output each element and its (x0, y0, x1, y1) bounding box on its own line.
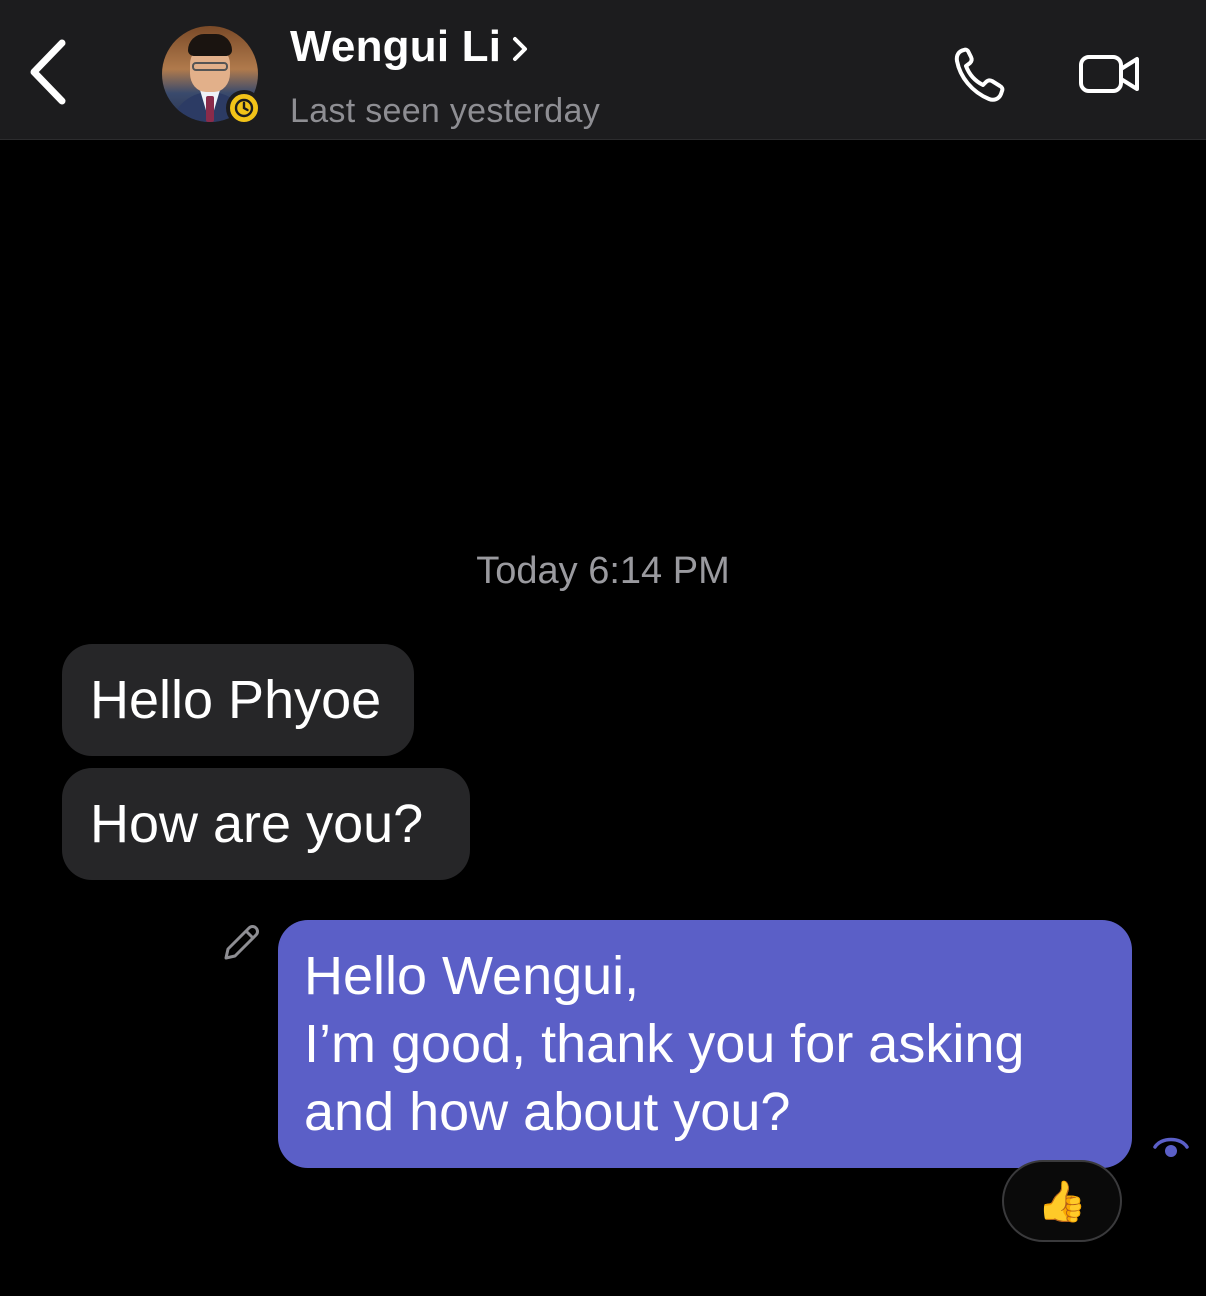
phone-icon (954, 47, 1005, 102)
incoming-message[interactable]: How are you? (62, 768, 470, 880)
video-camera-icon (1079, 55, 1139, 93)
video-call-button[interactable] (1074, 44, 1146, 104)
incoming-message[interactable]: Hello Phyoe (62, 644, 414, 756)
chat-header: Wengui Li Last seen yesterday (0, 0, 1206, 140)
last-seen-status: Last seen yesterday (290, 92, 600, 130)
message-text: How are you? (90, 794, 424, 854)
chevron-right-icon[interactable] (508, 34, 532, 64)
message-line: Hello Wengui, (304, 946, 640, 1006)
message-timestamp: Today 6:14 PM (476, 550, 730, 592)
thumbs-up-emoji: 👍 (1037, 1179, 1087, 1224)
message-line: and how about you? (304, 1082, 791, 1142)
clock-icon (234, 98, 254, 118)
pencil-icon (216, 920, 264, 968)
chevron-left-icon (30, 39, 66, 105)
eye-icon (1150, 1130, 1192, 1164)
message-text: Hello Phyoe (90, 670, 382, 730)
contact-name[interactable]: Wengui Li (290, 22, 501, 72)
reaction-thumbs-up[interactable]: 👍 (1002, 1160, 1122, 1242)
voice-call-button[interactable] (946, 40, 1010, 110)
back-button[interactable] (18, 32, 78, 112)
outgoing-message[interactable]: Hello Wengui, I’m good, thank you for as… (278, 920, 1132, 1168)
away-status-badge (226, 90, 262, 126)
message-line: I’m good, thank you for asking (304, 1014, 1025, 1074)
